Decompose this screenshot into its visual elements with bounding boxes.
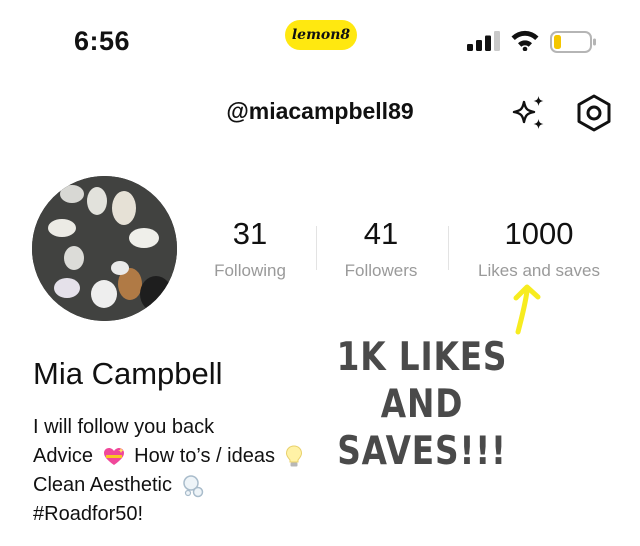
bio-text: Advice: [33, 445, 94, 467]
signal-bars-icon: [467, 31, 500, 51]
followers-label: Followers: [344, 261, 418, 280]
app-logo: lemon8: [285, 20, 357, 50]
bio-text: I will follow you back: [33, 416, 215, 438]
overlay-caption: 1K LIKES AND SAVES!!!: [304, 334, 539, 475]
bio-line: Clean Aesthetic: [33, 471, 307, 500]
light-bulb-emoji: [285, 445, 302, 467]
app-logo-text: lemon8: [291, 27, 351, 43]
likes-label: Likes and saves: [478, 261, 600, 280]
settings-hexagon-icon[interactable]: [574, 93, 614, 133]
profile-bio: I will follow you back Advice How to’s /…: [33, 413, 307, 529]
following-label: Following: [214, 261, 286, 280]
bio-text: How to’s / ideas: [134, 445, 275, 467]
bio-line: Advice How to’s / ideas: [33, 442, 307, 471]
caption-line-2: SAVES!!!: [337, 429, 507, 474]
stat-divider: [316, 226, 317, 270]
wifi-icon: [511, 30, 539, 51]
likes-count: 1000: [504, 216, 574, 251]
bio-text: Clean Aesthetic: [33, 474, 172, 496]
avatar-photo: [32, 176, 177, 321]
sparkling-heart-emoji: [103, 447, 124, 465]
bio-text: #Roadfor50!: [33, 503, 144, 525]
avatar[interactable]: [32, 176, 177, 321]
stat-following[interactable]: 31 Following: [195, 215, 305, 281]
bio-line: #Roadfor50!: [33, 500, 307, 529]
following-count: 31: [232, 216, 268, 251]
stat-divider: [448, 226, 449, 270]
caption-line-1: 1K LIKES AND: [336, 335, 508, 427]
battery-low-icon: [550, 31, 596, 53]
stat-likes-and-saves[interactable]: 1000 Likes and saves: [462, 215, 616, 281]
profile-name: Mia Campbell: [33, 356, 223, 391]
bio-line: I will follow you back: [33, 413, 307, 442]
bubbles-emoji: [182, 474, 203, 497]
status-time: 6:56: [74, 26, 131, 56]
yellow-arrow-annotation: [513, 284, 541, 335]
sparkle-icon[interactable]: [510, 94, 548, 132]
stat-followers[interactable]: 41 Followers: [326, 215, 436, 281]
followers-count: 41: [363, 216, 399, 251]
